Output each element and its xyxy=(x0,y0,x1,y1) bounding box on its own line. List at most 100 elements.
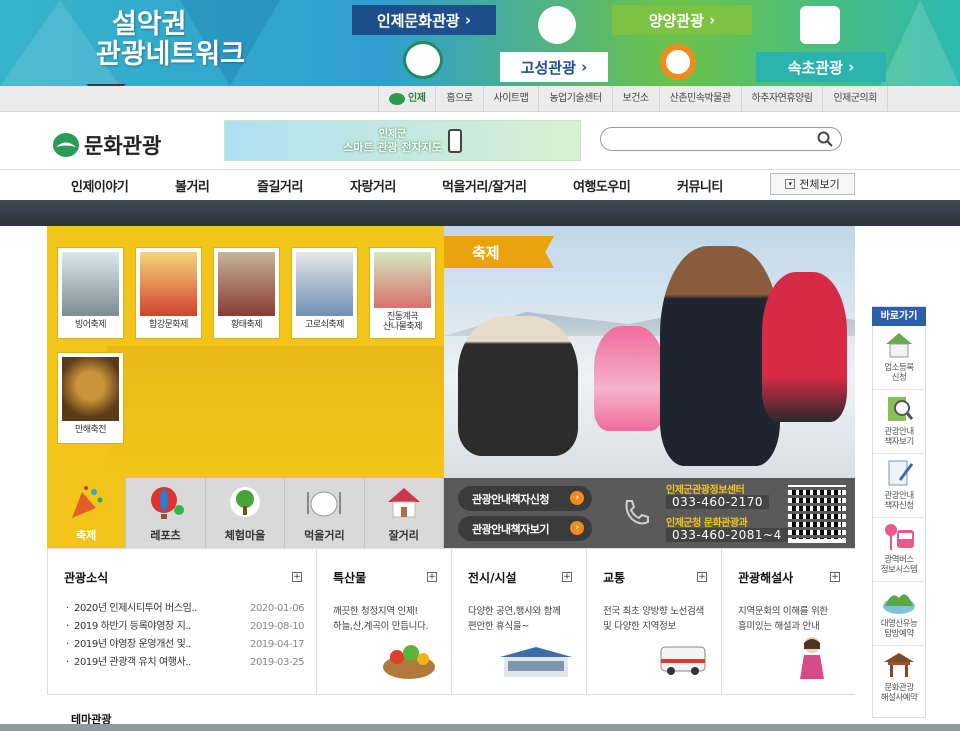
transport-box[interactable]: 교통 + 전국 최초 양방향 노선검색 및 다양한 지역정보 xyxy=(587,549,722,695)
inje-tour-link[interactable]: 인제문화관광 › xyxy=(352,5,496,35)
guidebook-view-button[interactable]: 관광안내책자보기 › xyxy=(458,516,592,541)
goseong-tour-link[interactable]: 고성관광 › xyxy=(500,52,608,82)
festival-thumb-hapgang[interactable]: 합강문화제 xyxy=(135,247,202,339)
util-link-museum[interactable]: 산촌민속박물관 xyxy=(658,86,741,112)
news-item[interactable]: 2020년 인제시티투어 버스임.. 2020-01-06 xyxy=(64,600,316,618)
quick-bus-info[interactable]: 광역버스 정보시스템 xyxy=(873,518,925,582)
document-pen-icon xyxy=(888,460,914,486)
network-banner: 설악권 관광네트워크 인제문화관광 › 고성관광 › 양양관광 › 속초관광 › xyxy=(0,0,960,86)
util-link-home[interactable]: 홈으로 xyxy=(435,86,482,112)
inje-gov-label: 인제 xyxy=(408,93,426,104)
festival-thumb-hwangtae[interactable]: 황태축제 xyxy=(213,247,280,339)
magnifier-book-icon xyxy=(888,397,914,421)
festival-thumb-smelt[interactable]: 빙어축제 xyxy=(57,247,124,339)
plus-icon[interactable]: + xyxy=(830,572,840,582)
guidebook-request-button[interactable]: 관광안내책자신청 › xyxy=(458,486,592,511)
quick-guide-reservation[interactable]: 문화관광 해설사예약 xyxy=(873,646,925,710)
news-item[interactable]: 2019년 야영장 운영개선 및.. 2019-04-17 xyxy=(64,636,316,654)
nav-community[interactable]: 커뮤니티 xyxy=(677,176,723,195)
plus-icon[interactable]: + xyxy=(562,572,572,582)
inje-gov-link[interactable]: 인제 xyxy=(378,86,435,112)
util-link-sitemap[interactable]: 사이트맵 xyxy=(482,86,539,112)
arrow-right-icon: › xyxy=(570,491,584,505)
plus-icon[interactable]: + xyxy=(292,572,302,582)
festival-caption-manhae: 만해축전 xyxy=(74,425,107,435)
guide-interpreter-box[interactable]: 관광해설사 + 지역문화의 이해를 위한 흥미있는 해설과 안내 xyxy=(722,549,855,695)
quick-guidebook-request[interactable]: 관광안내 책자신청 xyxy=(873,454,925,518)
nav-food-lodging[interactable]: 먹을거리/잘거리 xyxy=(442,176,527,195)
util-link-council[interactable]: 인제군의회 xyxy=(822,86,888,112)
vegetable-basket-icon xyxy=(383,645,435,679)
tab-festival-label: 축제 xyxy=(76,529,97,542)
tab-festival[interactable]: 축제 xyxy=(47,478,127,548)
tab-village[interactable]: 체험마을 xyxy=(205,478,286,548)
nav-sights[interactable]: 볼거리 xyxy=(175,176,210,195)
sokcho-tour-link[interactable]: 속초관광 › xyxy=(756,52,886,82)
quick-guidebook-view[interactable]: 관광안내 책자보기 xyxy=(873,390,925,454)
plus-icon[interactable]: + xyxy=(427,572,437,582)
quick-bus-info-label: 광역버스 정보시스템 xyxy=(880,555,918,575)
quick-trail-reservation[interactable]: 대영산유능 탐방예약 xyxy=(873,582,925,646)
festival-main-photo[interactable]: 축제 xyxy=(444,226,855,478)
tourist-center-phone: 033-460-2170 xyxy=(666,495,770,509)
quick-business-register[interactable]: 업소등록 신청 xyxy=(873,326,925,390)
tab-food[interactable]: 먹을거리 xyxy=(285,478,365,548)
view-all-label: 전체보기 xyxy=(799,178,840,191)
nav-activities[interactable]: 즐길거리 xyxy=(257,176,303,195)
inje-logo-card[interactable] xyxy=(393,37,455,83)
yangyang-tour-label: 양양관광 xyxy=(648,11,704,30)
tab-leports[interactable]: 레포츠 xyxy=(126,478,206,548)
festival-thumb-sannamul[interactable]: 진동계곡 산나물축제 xyxy=(369,247,436,339)
smartphone-icon xyxy=(447,128,462,153)
culture-dept-label: 인제군청 문화관광과 xyxy=(666,518,748,529)
news-item[interactable]: 2019년 관광객 유치 여행사.. 2019-03-25 xyxy=(64,654,316,672)
exhibition-body: 다양한 공연,행사와 함께 편안한 휴식을~ xyxy=(468,606,561,632)
nav-travel-help[interactable]: 여행도우미 xyxy=(573,176,631,195)
smart-map-banner[interactable]: 인제군 스마트 관광 전자지도 xyxy=(224,120,581,161)
news-title: 관광소식 xyxy=(64,571,109,585)
bus-icon xyxy=(660,646,706,675)
photo-child-2 xyxy=(594,326,664,431)
quick-guide-reservation-label: 문화관광 해설사예약 xyxy=(880,683,918,703)
transport-body: 전국 최초 양방향 노선검색 및 다양한 지역정보 xyxy=(603,606,704,632)
site-logo[interactable]: 문화관광 xyxy=(52,130,161,160)
search-input[interactable] xyxy=(600,127,842,151)
dish-icon xyxy=(307,491,342,517)
phone-icon xyxy=(625,500,649,525)
festival-panel: 빙어축제 합강문화제 황태축제 고로쇠축제 진동계곡 산나물축제 만해축전 xyxy=(47,226,444,478)
festival-thumb-manhae[interactable]: 만해축전 xyxy=(57,352,124,444)
quick-links: 바로가기 업소등록 신청 관광안내 책자보기 관광안내 책자신청 광역버스 정보… xyxy=(872,306,926,718)
news-item-date: 2019-03-25 xyxy=(250,657,305,668)
house-icon xyxy=(387,488,420,518)
news-item[interactable]: 2019 하반기 등록야영장 지.. 2019-08-10 xyxy=(64,618,316,636)
exhibition-box[interactable]: 전시/시설 + 다양한 공연,행사와 함께 편안한 휴식을~ xyxy=(452,549,587,695)
news-item-title: 2020년 인제시티투어 버스임.. xyxy=(74,603,197,614)
festival-caption-goroesoe: 고로쇠축제 xyxy=(305,320,344,330)
util-link-health[interactable]: 보건소 xyxy=(611,86,659,112)
sokcho-tour-label: 속초관광 xyxy=(787,58,843,77)
banner-title-line1: 설악권 xyxy=(112,9,187,40)
search-icon[interactable] xyxy=(817,131,833,147)
news-item-date: 2019-04-17 xyxy=(250,639,305,650)
yangyang-tour-link[interactable]: 양양관광 › xyxy=(612,5,752,35)
yangyang-logo-icon xyxy=(660,44,696,80)
nav-pride[interactable]: 자랑거리 xyxy=(350,176,396,195)
plus-icon[interactable]: + xyxy=(697,572,707,582)
building-icon xyxy=(500,647,572,677)
quick-guidebook-request-label: 관광안내 책자신청 xyxy=(884,491,914,511)
view-all-button[interactable]: ▾ 전체보기 xyxy=(770,173,855,195)
tree-icon xyxy=(229,487,260,517)
util-link-forest[interactable]: 하추자연휴양림 xyxy=(740,86,823,112)
news-item-title: 2019년 야영장 운영개선 및.. xyxy=(74,639,191,650)
promo-line2: 스마트 관광 전자지도 xyxy=(343,140,442,154)
news-item-date: 2020-01-06 xyxy=(250,603,305,614)
nav-inje-story[interactable]: 인제이야기 xyxy=(71,176,129,195)
festival-thumb-goroesoe[interactable]: 고로쇠축제 xyxy=(291,247,358,339)
photo-child-1 xyxy=(458,316,578,456)
balloon-icon xyxy=(150,487,184,519)
festival-photo-manhae xyxy=(62,357,119,421)
house-check-icon xyxy=(886,333,912,358)
util-link-agri[interactable]: 농업기술센터 xyxy=(538,86,611,112)
specialty-box[interactable]: 특산물 + 깨끗한 청정지역 인제! 하늘,산,계곡이 만듭니다. xyxy=(317,549,452,695)
tab-lodging[interactable]: 잘거리 xyxy=(364,478,444,548)
